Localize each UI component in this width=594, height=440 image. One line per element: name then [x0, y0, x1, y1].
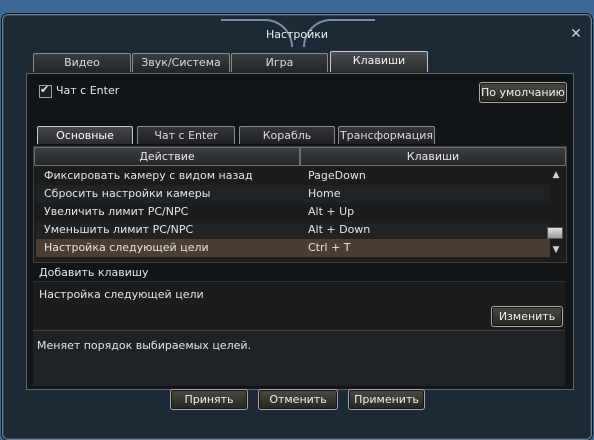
tab-sound-system[interactable]: Звук/Система [132, 53, 230, 72]
add-key-link[interactable]: Добавить клавишу [39, 266, 149, 279]
chat-enter-checkbox-row[interactable]: Чат с Enter [39, 83, 120, 98]
row-action: Фиксировать камеру с видом назад [44, 169, 253, 182]
chat-enter-checkbox[interactable] [39, 83, 52, 98]
scrollbar-thumb[interactable] [547, 227, 563, 239]
title-bar[interactable]: Настройки ✕ [3, 15, 591, 53]
row-key: Home [308, 187, 341, 200]
tab-keys[interactable]: Клавиши [330, 51, 428, 72]
row-action: Сбросить настройки камеры [44, 187, 211, 200]
description-box: Меняет порядок выбираемых целей. [33, 330, 565, 386]
selected-action-box: Настройка следующей цели Изменить [33, 281, 565, 330]
row-action: Увеличить лимит PC/NPC [44, 205, 189, 218]
table-row[interactable]: Увеличить лимит PC/NPC Alt + Up [36, 203, 550, 221]
keys-panel: Чат с Enter По умолчанию Основные Чат с … [26, 73, 574, 390]
subtab-chat-enter[interactable]: Чат с Enter [137, 126, 235, 144]
tab-video[interactable]: Видео [33, 53, 131, 72]
close-icon[interactable]: ✕ [569, 27, 583, 41]
selected-action-name: Настройка следующей цели [39, 288, 204, 301]
cancel-button[interactable]: Отменить [258, 389, 338, 410]
row-key: Alt + Down [308, 223, 371, 236]
accept-button[interactable]: Принять [170, 389, 248, 410]
tab-game[interactable]: Игра [231, 53, 328, 72]
table-row-selected[interactable]: Настройка следующей цели Ctrl + T [36, 239, 550, 257]
keybind-table: Действие Клавиши Фиксировать камеру с ви… [33, 146, 567, 263]
subtab-main[interactable]: Основные [37, 126, 133, 144]
scroll-down-icon[interactable]: ▼ [550, 245, 562, 255]
table-row[interactable]: Уменьшить лимит PC/NPC Alt + Down [36, 221, 550, 239]
apply-button[interactable]: Применить [348, 389, 425, 410]
header-action[interactable]: Действие [34, 147, 300, 166]
description-text: Меняет порядок выбираемых целей. [37, 339, 252, 352]
header-keys[interactable]: Клавиши [300, 147, 566, 166]
change-button[interactable]: Изменить [491, 306, 563, 327]
subtab-transformation[interactable]: Трансформация [338, 126, 435, 144]
table-header: Действие Клавиши [34, 147, 566, 166]
table-row[interactable]: Фиксировать камеру с видом назад PageDow… [36, 167, 550, 185]
window-title: Настройки [265, 28, 329, 41]
scroll-up-icon[interactable]: ▲ [550, 170, 562, 180]
settings-window: Настройки ✕ Видео Звук/Система Игра Клав… [2, 14, 592, 440]
row-key: Alt + Up [308, 205, 355, 218]
row-action: Настройка следующей цели [44, 241, 209, 254]
chat-enter-label: Чат с Enter [56, 84, 120, 97]
row-action: Уменьшить лимит PC/NPC [44, 223, 194, 236]
subtab-ship[interactable]: Корабль [239, 126, 335, 144]
row-key: PageDown [308, 169, 366, 182]
table-row[interactable]: Сбросить настройки камеры Home [36, 185, 550, 203]
default-button[interactable]: По умолчанию [479, 82, 567, 103]
row-key: Ctrl + T [308, 241, 351, 254]
